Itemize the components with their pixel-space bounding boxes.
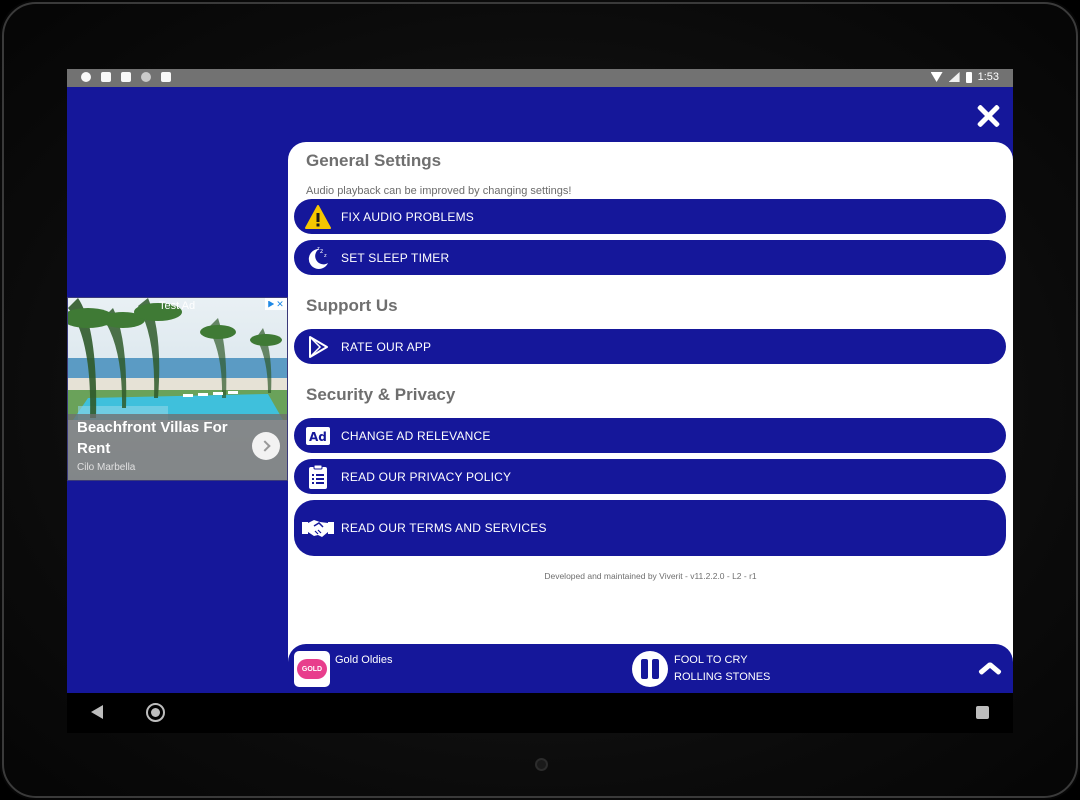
rate-our-app-button[interactable]: RATE OUR APP xyxy=(294,329,1006,364)
status-time: 1:53 xyxy=(977,71,999,83)
clipboard-icon xyxy=(304,463,332,491)
debug-icon xyxy=(121,72,131,82)
rate-our-app-label: RATE OUR APP xyxy=(341,339,432,354)
svg-text:z: z xyxy=(317,246,320,252)
security-privacy-title: Security & Privacy xyxy=(306,385,456,404)
handshake-icon xyxy=(300,514,336,542)
sd-card-icon xyxy=(161,72,171,82)
station-name: Gold Oldies xyxy=(335,654,393,666)
fix-audio-problems-button[interactable]: FIX AUDIO PROBLEMS xyxy=(294,199,1006,234)
back-icon[interactable] xyxy=(91,705,103,719)
set-sleep-timer-label: SET SLEEP TIMER xyxy=(341,250,450,265)
svg-text:z: z xyxy=(320,248,323,255)
ad-test-label: Test Ad xyxy=(159,300,196,312)
sleep-moon-icon: z z z xyxy=(304,244,332,272)
play-store-icon xyxy=(304,333,332,361)
fix-audio-problems-label: FIX AUDIO PROBLEMS xyxy=(341,209,474,224)
change-ad-relevance-button[interactable]: Ad CHANGE AD RELEVANCE xyxy=(294,418,1006,453)
set-sleep-timer-button[interactable]: z z z SET SLEEP TIMER xyxy=(294,240,1006,275)
status-bar: 1:53 xyxy=(67,69,1013,87)
ad-open-arrow-icon[interactable] xyxy=(252,432,280,460)
close-icon[interactable] xyxy=(973,101,1003,131)
signal-icon xyxy=(948,72,960,82)
track-title: FOOL TO CRY xyxy=(674,654,748,666)
system-nav-bar xyxy=(67,693,1013,733)
recent-apps-icon[interactable] xyxy=(976,706,989,719)
ad-title: Beachfront Villas For Rent xyxy=(77,419,228,457)
camera-icon xyxy=(535,758,548,771)
svg-text:z: z xyxy=(324,253,327,259)
pause-button[interactable] xyxy=(632,651,668,687)
record-icon xyxy=(141,72,151,82)
svg-text:Ad: Ad xyxy=(309,430,327,444)
notification-icon xyxy=(81,72,91,82)
support-us-title: Support Us xyxy=(306,296,398,315)
station-logo-text: GOLD xyxy=(297,659,327,679)
battery-icon xyxy=(965,71,972,83)
ad-advertiser: Cilo Marbella xyxy=(77,462,136,473)
read-terms-services-label: READ OUR TERMS AND SERVICES xyxy=(341,521,547,535)
general-settings-description: Audio playback can be improved by changi… xyxy=(306,185,572,197)
status-system: 1:53 xyxy=(930,71,999,83)
general-settings-title: General Settings xyxy=(306,151,442,170)
app-screen: 1:53 Test Ad ✕ Beachfront Villas For Ren… xyxy=(67,69,1013,733)
chevron-up-icon[interactable] xyxy=(978,661,1002,675)
wifi-icon xyxy=(930,72,943,82)
home-icon[interactable] xyxy=(146,703,165,722)
read-privacy-policy-button[interactable]: READ OUR PRIVACY POLICY xyxy=(294,459,1006,494)
ad-choices-icon[interactable]: ✕ xyxy=(265,298,287,310)
developer-footer: Developed and maintained by Viverit - v1… xyxy=(544,571,757,581)
app-icon xyxy=(101,72,111,82)
ad-icon: Ad xyxy=(304,422,332,450)
read-terms-services-button[interactable]: READ OUR TERMS AND SERVICES xyxy=(294,500,1006,556)
read-privacy-policy-label: READ OUR PRIVACY POLICY xyxy=(341,469,512,484)
track-artist: ROLLING STONES xyxy=(674,671,771,683)
status-notifications xyxy=(81,72,171,82)
warning-icon xyxy=(304,203,332,231)
ad-banner[interactable]: Test Ad ✕ Beachfront Villas For Rent Cil… xyxy=(67,297,288,481)
station-logo[interactable]: GOLD xyxy=(294,651,330,687)
change-ad-relevance-label: CHANGE AD RELEVANCE xyxy=(341,428,491,443)
